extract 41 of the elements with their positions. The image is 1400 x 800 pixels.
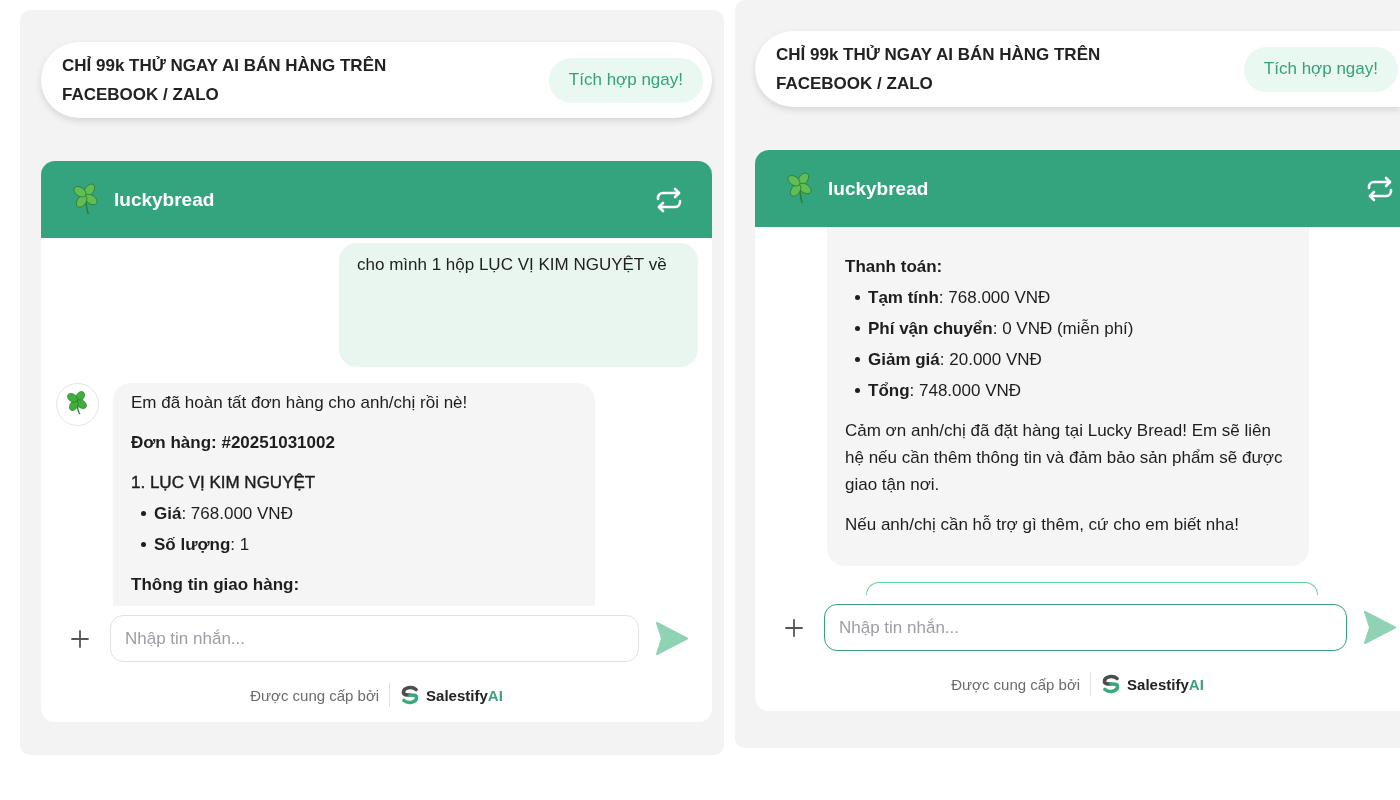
integrate-button[interactable]: Tích hợp ngay! [548, 57, 703, 103]
swirl-logo-icon [400, 685, 421, 705]
list-item: Giảm giá: 20.000 VNĐ [868, 349, 1042, 371]
list-item: Tổng: 748.000 VNĐ [868, 380, 1022, 402]
refresh-icon[interactable] [655, 186, 683, 213]
bullet-icon [855, 357, 860, 362]
list-item: Tạm tính: 768.000 VNĐ [868, 287, 1051, 309]
send-icon[interactable] [655, 621, 688, 656]
list-item: Số lượng: 1 [154, 534, 250, 556]
refresh-icon[interactable] [1366, 175, 1394, 202]
integrate-button[interactable]: Tích hợp ngay! [1243, 46, 1398, 92]
bot-name: luckybread [114, 188, 215, 211]
message-text: Em đã hoàn tất đơn hàng cho anh/chị rồi nè! [131, 392, 469, 414]
send-icon[interactable] [1363, 610, 1396, 645]
plus-icon[interactable] [71, 629, 89, 648]
powered-by-label: Được cung cấp bởi [951, 675, 1081, 693]
bullet-icon [855, 388, 860, 393]
bullet-icon [855, 326, 860, 331]
clover-logo-icon [72, 182, 99, 217]
message-heading: Thông tin giao hàng: [131, 574, 301, 596]
list-item: Giá: 768.000 VNĐ [154, 503, 293, 525]
bullet-icon [855, 295, 860, 300]
promo-text: CHỈ 99k THỬ NGAY AI BÁN HÀNG TRÊN FACEBOOK / ZALO [62, 55, 388, 106]
brand-name: SalestifyAI [426, 686, 503, 704]
message-text: Cảm ơn anh/chị đã đặt hàng tại Lucky Bread! Em sẽ liên hệ nếu cần thêm thông tin và đảm bảo sản phẩm sẽ được giao tận nơi. [845, 420, 1284, 496]
product-title: 1. LỤC VỊ KIM NGUYỆT [131, 472, 317, 494]
promo-text: CHỈ 99k THỬ NGAY AI BÁN HÀNG TRÊN FACEBOOK / ZALO [776, 44, 1102, 95]
swirl-logo-icon [1101, 674, 1122, 694]
clover-logo-icon [786, 171, 813, 206]
bot-name: luckybread [828, 177, 929, 200]
plus-icon[interactable] [785, 618, 803, 637]
bullet-icon [141, 511, 146, 516]
list-item: Phí vận chuyển: 0 VNĐ (miễn phí) [868, 318, 1134, 340]
brand-name: SalestifyAI [1127, 675, 1204, 693]
message-input[interactable]: Nhập tin nhắn... [824, 604, 1347, 651]
message-heading: Đơn hàng: #20251031002 [131, 432, 336, 454]
message-text: Nếu anh/chị cần hỗ trợ gì thêm, cứ cho em biết nha! [845, 514, 1240, 536]
bullet-icon [141, 542, 146, 547]
message-heading: Thanh toán: [845, 256, 944, 278]
user-message: cho mình 1 hộp LỤC VỊ KIM NGUYỆT về [339, 243, 698, 367]
powered-by-label: Được cung cấp bởi [250, 686, 380, 704]
